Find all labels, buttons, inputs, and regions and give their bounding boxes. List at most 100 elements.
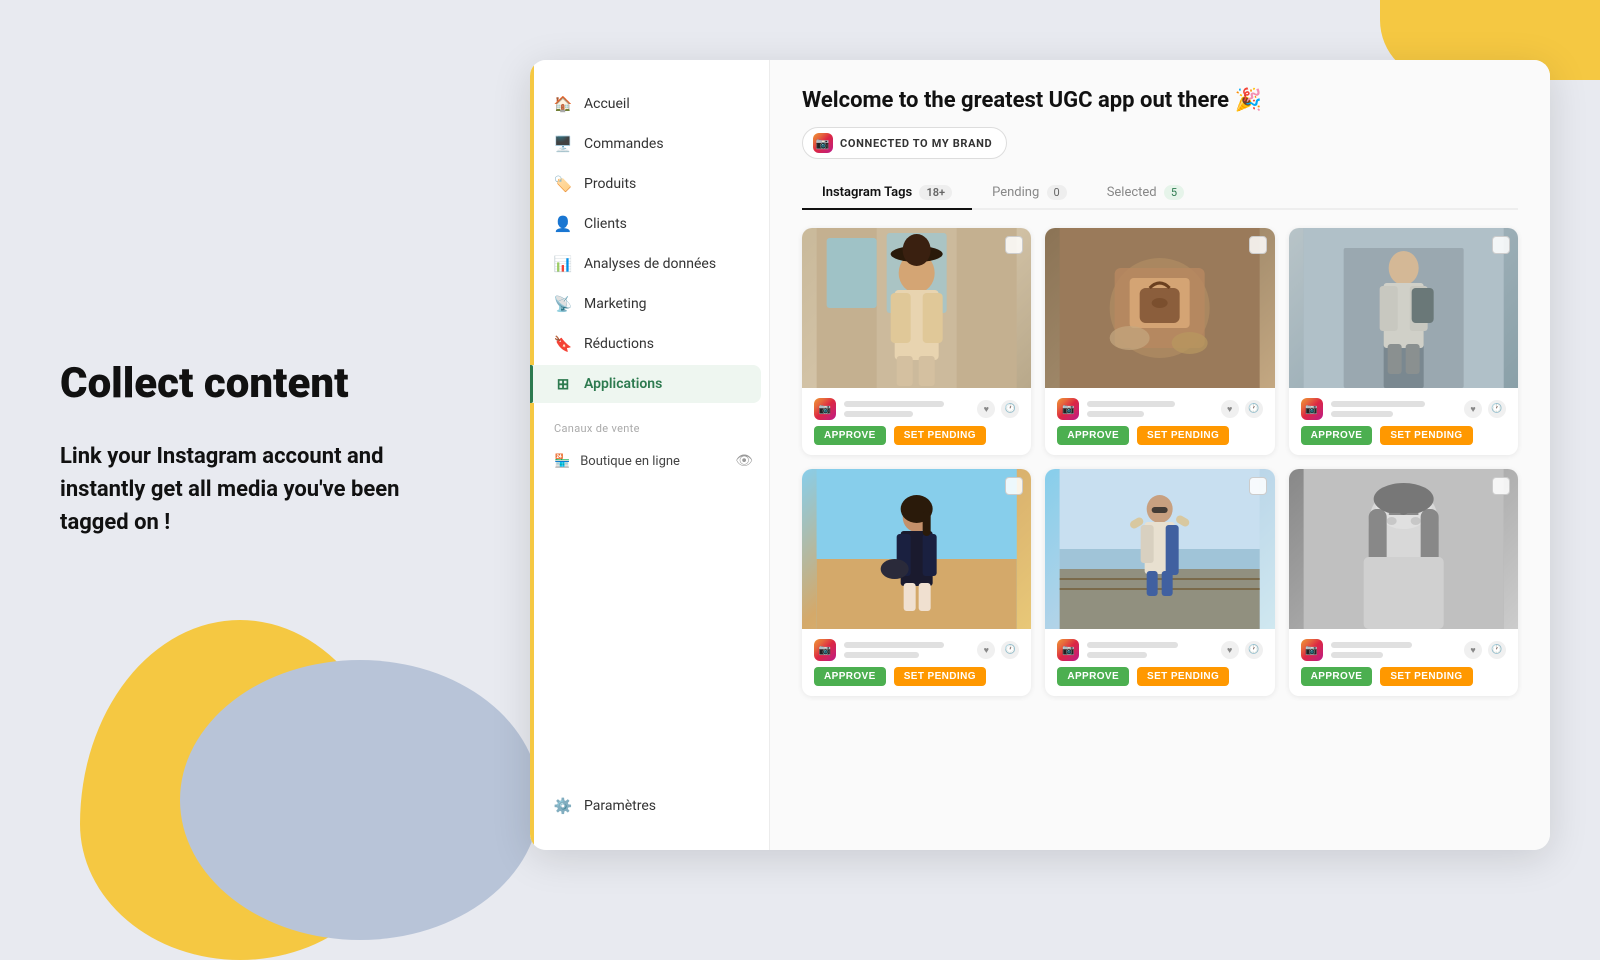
card-instagram-icon: 📷 [814, 398, 836, 420]
set-pending-button[interactable]: SET PENDING [1380, 426, 1472, 445]
settings-icon: ⚙️ [554, 797, 572, 815]
sidebar-item-label: Marketing [584, 296, 647, 312]
sidebar-item-clients[interactable]: 👤 Clients [530, 205, 761, 243]
set-pending-button[interactable]: SET PENDING [1137, 667, 1229, 686]
like-icon: ♥ [1221, 400, 1239, 418]
sidebar-item-label: Paramètres [584, 798, 656, 814]
card-info: 📷 ♥ 🕐 APPROVE SET PENDING [802, 629, 1031, 696]
sidebar-item-boutique[interactable]: 🏪 Boutique en ligne 👁 [530, 443, 769, 479]
image-grid: 📷 ♥ 🕐 APPROVE SET PENDING [802, 228, 1518, 696]
tab-badge-pending: 0 [1047, 185, 1067, 200]
sidebar-item-label: Produits [584, 176, 636, 192]
approve-button[interactable]: APPROVE [1301, 426, 1373, 445]
like-icon: ♥ [1464, 400, 1482, 418]
tabs-row: Instagram Tags 18+ Pending 0 Selected 5 [802, 177, 1518, 210]
card-actions-row: APPROVE SET PENDING [1301, 667, 1506, 686]
card-actions-row: APPROVE SET PENDING [814, 667, 1019, 686]
sidebar-item-label: Commandes [584, 136, 664, 152]
approve-button[interactable]: APPROVE [1057, 667, 1129, 686]
photo-figure [1045, 228, 1274, 388]
photo-figure [802, 228, 1031, 388]
card-photo [1045, 228, 1274, 388]
card-ig-row: 📷 ♥ 🕐 [1301, 639, 1506, 661]
card-ig-row: 📷 ♥ 🕐 [1301, 398, 1506, 420]
card-checkbox[interactable] [1005, 477, 1023, 495]
sidebar-item-label: Clients [584, 216, 627, 232]
sidebar-bottom: ⚙️ Paramètres [530, 786, 769, 826]
card-instagram-icon: 📷 [1057, 398, 1079, 420]
applications-icon: ⊞ [554, 375, 572, 393]
card-text-lines [1087, 642, 1212, 658]
card-photo [1289, 469, 1518, 629]
boutique-eye-icon: 👁 [735, 453, 753, 469]
sidebar-item-marketing[interactable]: 📡 Marketing [530, 285, 761, 323]
card-text-line [844, 401, 944, 407]
approve-button[interactable]: APPROVE [1057, 426, 1129, 445]
card-instagram-icon: 📷 [1301, 398, 1323, 420]
clock-icon: 🕐 [1488, 641, 1506, 659]
like-icon: ♥ [977, 641, 995, 659]
reductions-icon: 🔖 [554, 335, 572, 353]
set-pending-button[interactable]: SET PENDING [1137, 426, 1229, 445]
sidebar-item-commandes[interactable]: 🖥️ Commandes [530, 125, 761, 163]
card-ig-row: 📷 ♥ 🕐 [814, 398, 1019, 420]
connected-badge: 📷 CONNECTED TO MY BRAND [802, 127, 1007, 159]
card-instagram-icon: 📷 [814, 639, 836, 661]
approve-button[interactable]: APPROVE [1301, 667, 1373, 686]
card-text-line [1331, 652, 1384, 658]
image-card: 📷 ♥ 🕐 APPROVE SET PENDING [1045, 228, 1274, 455]
clock-icon: 🕐 [1001, 641, 1019, 659]
card-info: 📷 ♥ 🕐 APPROVE SET PENDING [1045, 388, 1274, 455]
sidebar-item-analyses[interactable]: 📊 Analyses de données [530, 245, 761, 283]
tab-instagram-tags[interactable]: Instagram Tags 18+ [802, 177, 972, 210]
tab-pending[interactable]: Pending 0 [972, 177, 1087, 210]
set-pending-button[interactable]: SET PENDING [894, 667, 986, 686]
card-ig-row: 📷 ♥ 🕐 [1057, 398, 1262, 420]
card-text-line [844, 652, 919, 658]
card-text-line [1087, 652, 1147, 658]
card-checkbox[interactable] [1492, 236, 1510, 254]
tab-badge-selected: 5 [1164, 185, 1184, 200]
card-text-lines [1331, 401, 1456, 417]
photo-figure [1045, 469, 1274, 629]
sidebar-item-reductions[interactable]: 🔖 Réductions [530, 325, 761, 363]
card-text-lines [1087, 401, 1212, 417]
sidebar-section-label: Canaux de vente [530, 404, 769, 443]
card-ig-row: 📷 ♥ 🕐 [814, 639, 1019, 661]
tab-selected[interactable]: Selected 5 [1087, 177, 1204, 210]
set-pending-button[interactable]: SET PENDING [1380, 667, 1472, 686]
card-text-line [1331, 642, 1412, 648]
sidebar-item-accueil[interactable]: 🏠 Accueil [530, 85, 761, 123]
card-checkbox[interactable] [1005, 236, 1023, 254]
image-card: 📷 ♥ 🕐 APPROVE SET PENDING [1289, 228, 1518, 455]
sidebar-item-produits[interactable]: 🏷️ Produits [530, 165, 761, 203]
card-photo [1045, 469, 1274, 629]
photo-figure [1289, 469, 1518, 629]
approve-button[interactable]: APPROVE [814, 667, 886, 686]
card-text-line [1331, 411, 1394, 417]
card-ig-row: 📷 ♥ 🕐 [1057, 639, 1262, 661]
card-info: 📷 ♥ 🕐 APPROVE SET PENDING [1289, 388, 1518, 455]
clock-icon: 🕐 [1245, 641, 1263, 659]
card-checkbox[interactable] [1249, 477, 1267, 495]
image-card: 📷 ♥ 🕐 APPROVE SET PENDING [802, 469, 1031, 696]
photo-figure [802, 469, 1031, 629]
clock-icon: 🕐 [1245, 400, 1263, 418]
set-pending-button[interactable]: SET PENDING [894, 426, 986, 445]
sidebar-item-applications[interactable]: ⊞ Applications [530, 365, 761, 403]
approve-button[interactable]: APPROVE [814, 426, 886, 445]
clock-icon: 🕐 [1488, 400, 1506, 418]
tab-badge-instagram: 18+ [919, 185, 952, 200]
main-title: Welcome to the greatest UGC app out ther… [802, 88, 1518, 113]
card-meta-icons: ♥ 🕐 [977, 641, 1019, 659]
like-icon: ♥ [1464, 641, 1482, 659]
card-text-lines [844, 642, 969, 658]
card-meta-icons: ♥ 🕐 [1221, 641, 1263, 659]
image-card: 📷 ♥ 🕐 APPROVE SET PENDING [1289, 469, 1518, 696]
card-checkbox[interactable] [1492, 477, 1510, 495]
sidebar-item-parametres[interactable]: ⚙️ Paramètres [530, 787, 761, 825]
image-card: 📷 ♥ 🕐 APPROVE SET PENDING [802, 228, 1031, 455]
card-checkbox[interactable] [1249, 236, 1267, 254]
card-meta-icons: ♥ 🕐 [1464, 400, 1506, 418]
main-content: Welcome to the greatest UGC app out ther… [770, 60, 1550, 850]
